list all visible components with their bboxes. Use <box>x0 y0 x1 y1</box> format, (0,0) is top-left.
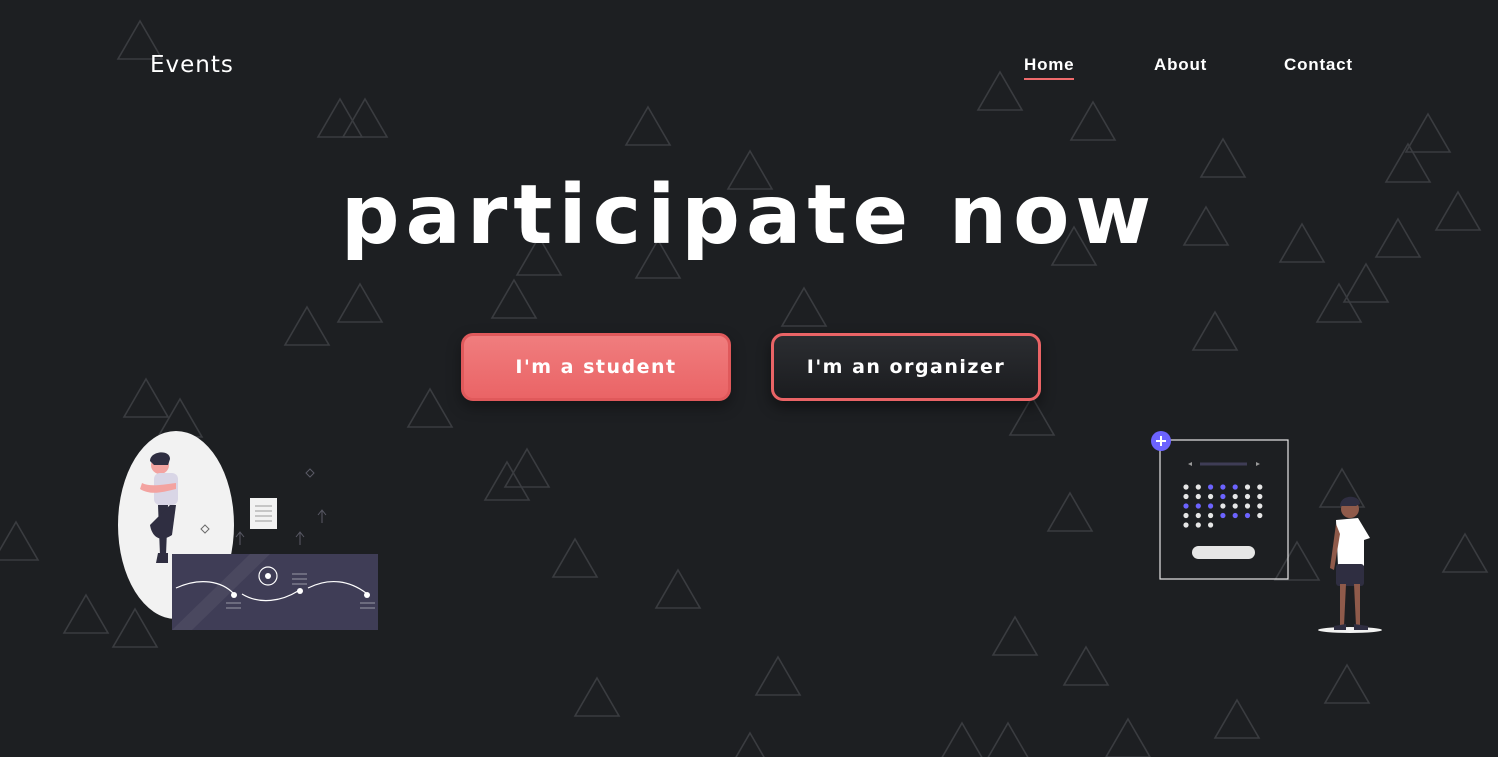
background-triangle <box>1191 310 1239 351</box>
background-triangle <box>991 615 1039 656</box>
calendar-day-dot <box>1183 503 1189 509</box>
background-triangle <box>283 305 331 346</box>
background-triangle <box>316 97 364 138</box>
background-triangle <box>941 721 983 757</box>
organizer-button[interactable]: I'm an organizer <box>771 333 1041 401</box>
calendar-day-dot <box>1244 503 1251 509</box>
student-illustration <box>118 431 378 630</box>
background-triangle <box>551 537 599 578</box>
background-triangle <box>406 387 454 428</box>
main-nav: Home About Contact <box>0 55 1498 85</box>
calendar-day-dot <box>1232 493 1238 500</box>
nav-contact-link[interactable]: Contact <box>1284 55 1353 75</box>
calendar-day-dot <box>1195 484 1201 490</box>
background-triangle <box>336 282 384 323</box>
background-triangle <box>1441 532 1489 573</box>
calendar-button <box>1192 546 1255 559</box>
background-triangle <box>987 721 1029 757</box>
background-triangle <box>490 278 538 319</box>
calendar-day-dot <box>1257 484 1263 490</box>
background-triangle <box>624 105 672 146</box>
calendar-day-dot <box>1183 522 1189 528</box>
background-triangle-pattern <box>0 19 1489 757</box>
calendar-day-dot <box>1232 503 1238 509</box>
calendar-day-dot <box>1208 493 1214 500</box>
background-triangle <box>1323 663 1371 704</box>
calendar-day-dot <box>1257 512 1263 519</box>
calendar-day-dot <box>1220 493 1226 500</box>
background-triangle <box>654 568 702 609</box>
calendar-day-dot <box>1208 522 1214 528</box>
calendar-day-dot <box>1208 484 1214 490</box>
document-icon <box>250 498 277 529</box>
calendar-day-grid <box>1183 484 1263 528</box>
calendar-day-dot <box>1195 503 1201 509</box>
background-triangle <box>780 286 828 327</box>
calendar-day-dot <box>1232 484 1238 490</box>
background-triangle <box>1046 491 1094 532</box>
background-triangle <box>1062 645 1110 686</box>
nav-home-link[interactable]: Home <box>1024 55 1075 80</box>
background-triangle <box>1342 262 1390 303</box>
background-triangle <box>1105 717 1151 757</box>
background-triangle <box>483 460 531 501</box>
background-triangle <box>1213 698 1261 739</box>
calendar-day-dot <box>1195 493 1201 500</box>
calendar-day-dot <box>1183 493 1189 500</box>
calendar-day-dot <box>1195 522 1201 528</box>
calendar-day-dot <box>1195 512 1201 519</box>
calendar-day-dot <box>1183 484 1189 490</box>
background-triangle <box>122 377 170 418</box>
calendar-day-dot <box>1232 512 1238 519</box>
calendar-day-dot <box>1244 484 1251 490</box>
background-triangle <box>1404 112 1452 153</box>
background-triangle <box>503 447 551 488</box>
calendar-day-dot <box>1220 484 1226 490</box>
calendar-day-dot <box>1220 512 1226 519</box>
background-triangle <box>341 97 389 138</box>
calendar-day-dot <box>1220 503 1226 509</box>
background-triangle <box>754 655 802 696</box>
background-triangle <box>62 593 110 634</box>
background-triangle <box>1069 100 1117 141</box>
background-triangle <box>735 731 765 757</box>
background-triangle <box>1315 282 1363 323</box>
calendar-day-dot <box>1208 503 1214 509</box>
calendar-day-dot <box>1208 512 1214 519</box>
calendar-day-dot <box>1183 512 1189 519</box>
hero-title: participate now <box>340 168 1158 263</box>
calendar-day-dot <box>1257 503 1263 509</box>
organizer-illustration <box>1151 431 1382 633</box>
background-triangle <box>0 520 40 561</box>
background-triangle <box>573 676 621 717</box>
calendar-day-dot <box>1244 493 1251 500</box>
background-triangle <box>1008 395 1056 436</box>
calendar-day-dot <box>1244 512 1251 519</box>
student-button[interactable]: I'm a student <box>461 333 731 401</box>
nav-about-link[interactable]: About <box>1154 55 1207 75</box>
calendar-day-dot <box>1257 493 1263 500</box>
